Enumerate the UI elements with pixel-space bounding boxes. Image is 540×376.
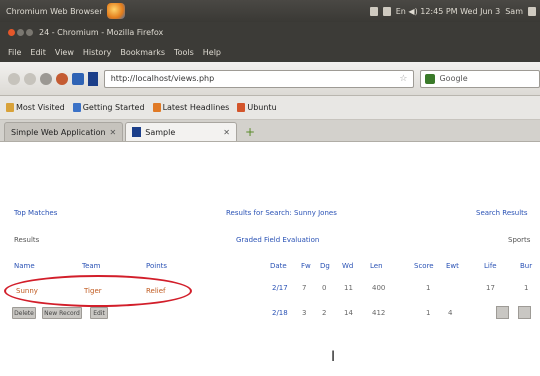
menu-bookmarks[interactable]: Bookmarks <box>120 48 165 57</box>
cell-ewt: 4 <box>448 309 453 317</box>
menu-view[interactable]: View <box>55 48 74 57</box>
network-icon[interactable] <box>382 6 391 16</box>
menu-help[interactable]: Help <box>203 48 221 57</box>
search-engine-icon[interactable] <box>425 73 436 84</box>
back-button[interactable] <box>8 72 20 85</box>
results-heading: Results for Search: Sunny Jones <box>226 209 337 217</box>
bookmark-label: Most Visited <box>16 103 65 112</box>
cell-len: 412 <box>372 309 386 317</box>
site-favicon-icon <box>87 71 98 86</box>
window-titlebar: 24 - Chromium - Mozilla Firefox <box>0 22 540 42</box>
col-header-bur[interactable]: Bur <box>520 262 532 270</box>
cell-wd: 14 <box>344 309 353 317</box>
search-results-link[interactable]: Search Results <box>476 209 528 217</box>
col-header-date[interactable]: Date <box>270 262 287 270</box>
chromium-icon <box>106 3 125 19</box>
col-header-fw[interactable]: Fw <box>301 262 311 270</box>
edit-button[interactable]: Edit <box>90 307 108 319</box>
bookmark-ubuntu[interactable]: Ubuntu <box>237 103 277 112</box>
app-name: Chromium Web Browser <box>6 6 103 16</box>
bookmark-label: Getting Started <box>82 103 145 112</box>
navigation-toolbar: http://localhost/views.php ☆ Google <box>0 62 540 96</box>
tab-label: Simple Web Application <box>11 127 106 137</box>
bookmark-getting-started[interactable]: Getting Started <box>72 103 145 112</box>
cell-score: 1 <box>426 284 431 292</box>
bookmark-most-visited[interactable]: Most Visited <box>6 103 65 112</box>
row-action-button[interactable] <box>496 306 509 319</box>
window-title: 24 - Chromium - Mozilla Firefox <box>39 27 164 37</box>
search-box[interactable]: Google <box>420 69 540 88</box>
cell-dg: 2 <box>322 309 327 317</box>
mail-icon[interactable] <box>369 6 378 16</box>
col-header-team[interactable]: Team <box>82 262 101 270</box>
page-content: Top Matches Results for Search: Sunny Jo… <box>0 143 540 376</box>
window-close-button[interactable] <box>8 28 15 36</box>
url-text: http://localhost/views.php <box>110 74 215 83</box>
window-minimize-button[interactable] <box>17 28 24 36</box>
tabs-bar: Simple Web Application ✕ Sample ✕ + <box>0 120 540 142</box>
cell-fw: 3 <box>302 309 307 317</box>
col-header-len[interactable]: Len <box>370 262 383 270</box>
top-panel: Chromium Web Browser En ◀) 12:45 PM Wed … <box>0 0 540 22</box>
tray-text[interactable]: En ◀) 12:45 PM Wed Jun 3 <box>396 7 500 16</box>
cell-len: 400 <box>372 284 386 292</box>
cell-fw: 7 <box>302 284 307 292</box>
highlight-ellipse <box>4 275 192 307</box>
cell-wd: 11 <box>344 284 353 292</box>
new-tab-icon[interactable]: + <box>245 125 259 139</box>
url-bar[interactable]: http://localhost/views.php ☆ <box>103 69 415 88</box>
bookmark-label: Ubuntu <box>247 103 277 112</box>
close-icon[interactable]: ✕ <box>223 128 230 137</box>
tab-label: Sample <box>145 127 176 137</box>
forward-button[interactable] <box>23 72 36 85</box>
col-header-points[interactable]: Points <box>146 262 167 270</box>
sports-label: Sports <box>508 236 531 244</box>
bookmarks-bar: Most Visited Getting Started Latest Head… <box>0 96 540 120</box>
menu-tools[interactable]: Tools <box>174 48 194 57</box>
col-header-score[interactable]: Score <box>414 262 434 270</box>
firefox-icon <box>72 103 81 112</box>
close-icon[interactable]: ✕ <box>110 128 117 137</box>
cell-score: 1 <box>426 309 431 317</box>
row-action-button[interactable] <box>518 306 531 319</box>
col-header-ewt[interactable]: Ewt <box>446 262 459 270</box>
bookmark-latest-headlines[interactable]: Latest Headlines <box>152 103 230 112</box>
system-tray: En ◀) 12:45 PM Wed Jun 3 Sam <box>369 6 540 16</box>
app-menu[interactable]: Chromium Web Browser <box>0 3 125 19</box>
rss-icon <box>152 103 161 112</box>
col-header-wd[interactable]: Wd <box>342 262 353 270</box>
new-record-button[interactable]: New Record <box>42 307 82 319</box>
menu-history[interactable]: History <box>83 48 111 57</box>
evaluation-heading: Graded Field Evaluation <box>236 236 320 244</box>
cell-date[interactable]: 2/17 <box>272 284 288 292</box>
window-maximize-button[interactable] <box>26 28 33 36</box>
delete-button[interactable]: Delete <box>12 307 36 319</box>
text-cursor-icon: I <box>331 349 336 365</box>
top-matches-link[interactable]: Top Matches <box>14 209 57 217</box>
cell-dg: 0 <box>322 284 327 292</box>
bookmark-label: Latest Headlines <box>162 103 230 112</box>
cell-date[interactable]: 2/18 <box>272 309 288 317</box>
menu-file[interactable]: File <box>8 48 21 57</box>
tab-simple-web-application[interactable]: Simple Web Application ✕ <box>4 122 124 141</box>
results-label: Results <box>14 236 40 244</box>
folder-icon <box>6 103 14 112</box>
menu-edit[interactable]: Edit <box>30 48 46 57</box>
ubuntu-icon <box>237 103 246 112</box>
menu-bar: File Edit View History Bookmarks Tools H… <box>0 42 540 62</box>
bookmark-star-icon[interactable]: ☆ <box>399 74 407 84</box>
user-name[interactable]: Sam <box>505 7 523 16</box>
col-header-dg[interactable]: Dg <box>320 262 330 270</box>
tab-sample[interactable]: Sample ✕ <box>125 122 237 141</box>
col-header-name[interactable]: Name <box>14 262 35 270</box>
reload-button[interactable] <box>39 72 52 85</box>
stop-button[interactable] <box>55 72 68 85</box>
search-placeholder: Google <box>439 74 468 83</box>
cell-bur: 1 <box>524 284 529 292</box>
site-favicon-icon <box>132 127 142 137</box>
col-header-life[interactable]: Life <box>484 262 497 270</box>
home-button[interactable] <box>71 72 84 85</box>
cell-life: 17 <box>486 284 495 292</box>
power-icon[interactable] <box>528 6 536 16</box>
